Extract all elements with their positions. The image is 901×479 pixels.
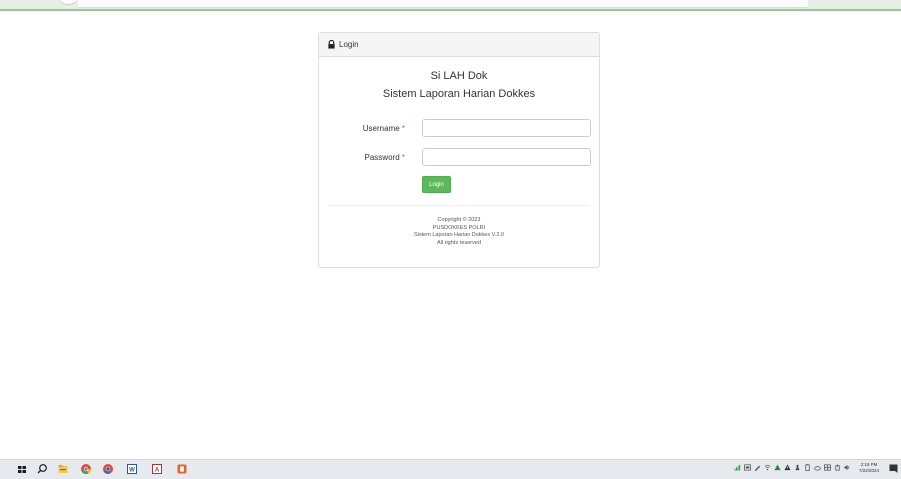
system-clock[interactable]: 2:18 PM 7/22/2024 bbox=[857, 462, 881, 474]
svg-text:W: W bbox=[129, 468, 135, 474]
login-button[interactable]: Login bbox=[422, 176, 451, 193]
access-icon[interactable]: A bbox=[151, 463, 163, 475]
footer-rights: All rights reserved bbox=[436, 239, 482, 246]
volume-icon[interactable] bbox=[844, 464, 851, 471]
panel-heading-label: Login bbox=[339, 40, 359, 49]
app-icon[interactable] bbox=[176, 463, 188, 475]
clock-date: 7/22/2024 bbox=[858, 468, 880, 473]
copyright-footer: Copyright © 2023 PUSDOKKES POLRI Sistem … bbox=[319, 217, 599, 247]
cloud-icon[interactable] bbox=[814, 464, 821, 471]
required-mark: * bbox=[401, 153, 405, 162]
username-input[interactable] bbox=[422, 119, 591, 137]
alert-icon[interactable] bbox=[784, 464, 791, 471]
browser-top-strip bbox=[0, 0, 901, 11]
wifi-icon[interactable] bbox=[764, 464, 771, 471]
lock-icon bbox=[328, 40, 335, 49]
password-input[interactable] bbox=[422, 148, 591, 166]
app-subtitle: Sistem Laporan Harian Dokkes bbox=[382, 88, 536, 100]
password-label: Password * bbox=[364, 153, 405, 162]
divider bbox=[329, 205, 589, 206]
battery-icon[interactable] bbox=[804, 464, 811, 471]
panel-heading: Login bbox=[319, 33, 599, 57]
svg-text:A: A bbox=[155, 468, 160, 474]
taskbar: W A 2:18 PM 7/22/2024 bbox=[0, 459, 901, 479]
windows-start-icon[interactable] bbox=[16, 463, 28, 475]
chrome-canary-icon[interactable] bbox=[102, 463, 114, 475]
usb-icon[interactable] bbox=[794, 464, 801, 471]
app-title: Si LAH Dok bbox=[430, 70, 488, 82]
footer-app-version: Sistem Laporan Harian Dokkes V.2.0 bbox=[414, 232, 504, 238]
drive-icon[interactable] bbox=[774, 464, 781, 471]
browser-tab-edge bbox=[58, 0, 78, 5]
file-explorer-icon[interactable] bbox=[57, 463, 69, 475]
chrome-icon[interactable] bbox=[80, 463, 92, 475]
footer-copyright: Copyright © 2023 bbox=[437, 217, 481, 223]
system-tray bbox=[734, 464, 851, 471]
word-icon[interactable]: W bbox=[126, 463, 138, 475]
language-icon[interactable] bbox=[824, 464, 831, 471]
pen-icon[interactable] bbox=[754, 464, 761, 471]
footer-org: PUSDOKKES POLRI bbox=[432, 224, 486, 231]
username-label: Username * bbox=[362, 124, 405, 133]
browser-bar bbox=[78, 0, 808, 8]
notification-icon[interactable] bbox=[889, 464, 898, 473]
search-icon[interactable] bbox=[36, 463, 48, 475]
login-panel: Login Si LAH Dok Sistem Laporan Harian D… bbox=[318, 32, 600, 268]
required-mark: * bbox=[401, 124, 405, 133]
power-icon[interactable] bbox=[834, 464, 841, 471]
tray-app-icon[interactable] bbox=[744, 464, 751, 471]
network-signal-icon[interactable] bbox=[734, 464, 741, 471]
